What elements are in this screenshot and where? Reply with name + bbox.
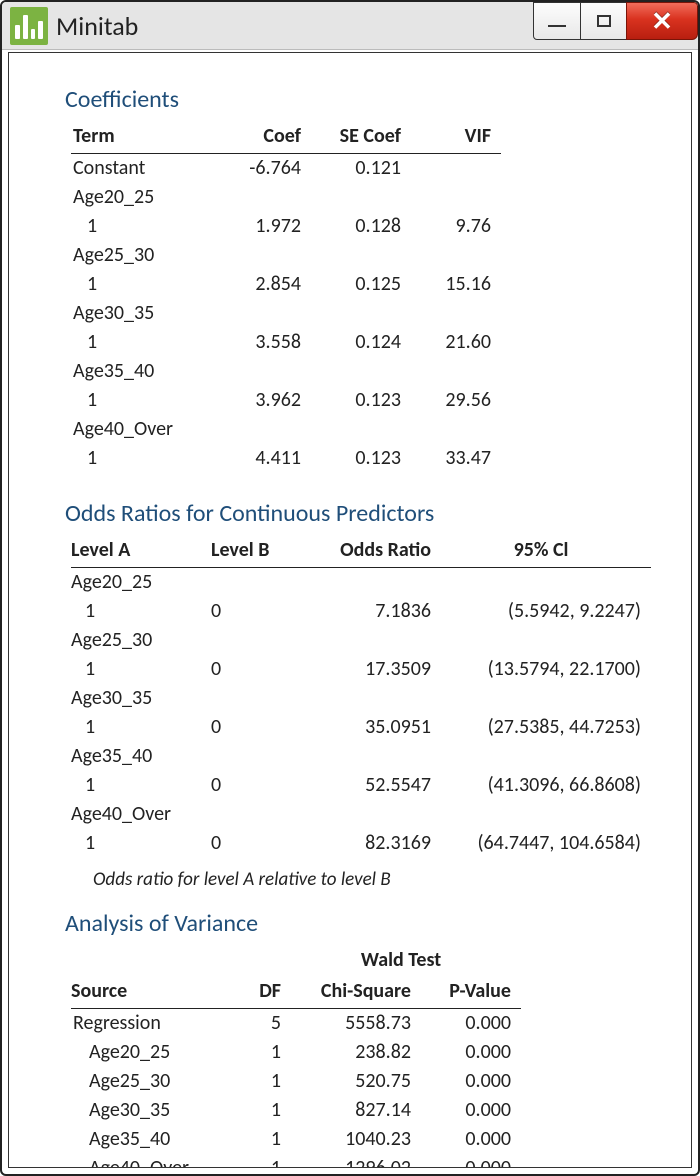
anova-table: Wald Test Source DF Chi-Square P-Value R… [71, 944, 521, 1168]
col-vif: VIF [411, 120, 501, 154]
window-controls: ✕ [535, 2, 699, 40]
app-window: Minitab ✕ Coefficients Term Coef SE Coef… [0, 0, 700, 1176]
col-pvalue: P-Value [421, 975, 521, 1009]
table-row: Age35_4011040.230.000 [71, 1125, 521, 1154]
col-df: DF [231, 975, 291, 1009]
table-row: Age25_301520.750.000 [71, 1067, 521, 1096]
table-row: Age40_Over [71, 415, 501, 444]
close-icon: ✕ [651, 8, 673, 34]
odds-ratios-table: Level A Level B Odds Ratio 95% Cl Age20_… [71, 534, 651, 858]
titlebar: Minitab ✕ [2, 2, 698, 50]
table-row: Constant -6.764 0.121 [71, 154, 501, 184]
table-row: 1052.5547(41.3096, 66.8608) [71, 771, 651, 800]
col-odds-ratio: Odds Ratio [301, 534, 441, 568]
table-row: Age40_Over [71, 800, 651, 829]
col-ci: 95% Cl [441, 534, 651, 568]
close-button[interactable]: ✕ [626, 2, 698, 40]
table-row: 12.8540.12515.16 [71, 270, 501, 299]
table-row: Age35_40 [71, 357, 501, 386]
table-row: 14.4110.12333.47 [71, 444, 501, 473]
table-row: Age40_Over11296.020.000 [71, 1154, 521, 1168]
table-row: Age20_251238.820.000 [71, 1038, 521, 1067]
table-row: Age25_30 [71, 626, 651, 655]
table-row: 11.9720.1289.76 [71, 212, 501, 241]
table-row: 1082.3169(64.7447, 104.6584) [71, 829, 651, 858]
col-source: Source [71, 975, 231, 1009]
table-row: 107.1836(5.5942, 9.2247) [71, 597, 651, 626]
table-row: Age20_25 [71, 568, 651, 598]
table-row: Age30_35 [71, 684, 651, 713]
minitab-logo-icon [10, 7, 48, 45]
odds-footnote: Odds ratio for level A relative to level… [93, 868, 651, 891]
output-panel: Coefficients Term Coef SE Coef VIF Const… [8, 52, 692, 1168]
minimize-button[interactable] [533, 2, 581, 40]
table-row: Regression55558.730.000 [71, 1009, 521, 1039]
wald-test-header: Wald Test [291, 944, 521, 975]
maximize-button[interactable] [580, 2, 628, 40]
table-row: Age30_351827.140.000 [71, 1096, 521, 1125]
table-row: 13.9620.12329.56 [71, 386, 501, 415]
col-chi: Chi-Square [291, 975, 421, 1009]
col-level-a: Level A [71, 534, 211, 568]
col-level-b: Level B [211, 534, 301, 568]
table-row: 13.5580.12421.60 [71, 328, 501, 357]
table-row: 1017.3509(13.5794, 22.1700) [71, 655, 651, 684]
col-term: Term [71, 120, 221, 154]
col-secoef: SE Coef [311, 120, 411, 154]
col-coef: Coef [221, 120, 311, 154]
coefficients-heading: Coefficients [65, 85, 651, 114]
table-row: 1035.0951(27.5385, 44.7253) [71, 713, 651, 742]
anova-heading: Analysis of Variance [65, 909, 651, 938]
maximize-icon [597, 15, 611, 27]
minimize-icon [548, 23, 566, 27]
table-row: Age20_25 [71, 183, 501, 212]
table-row: Age30_35 [71, 299, 501, 328]
odds-heading: Odds Ratios for Continuous Predictors [65, 499, 651, 528]
coefficients-table: Term Coef SE Coef VIF Constant -6.764 0.… [71, 120, 501, 473]
table-row: Age35_40 [71, 742, 651, 771]
table-row: Age25_30 [71, 241, 501, 270]
app-title: Minitab [56, 10, 138, 42]
